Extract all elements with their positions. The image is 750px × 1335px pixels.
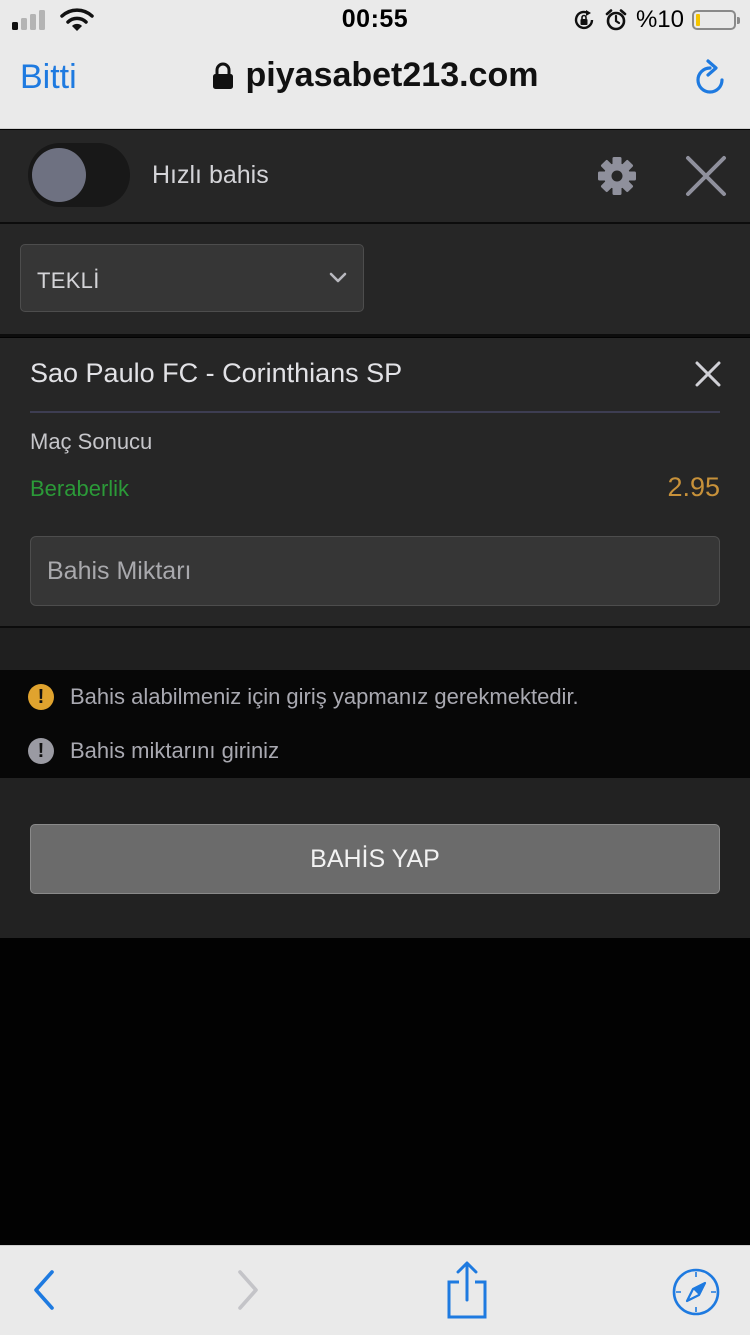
match-name: Sao Paulo FC - Corinthians SP	[30, 358, 403, 388]
battery-icon	[692, 10, 740, 30]
outcome-name: Beraberlik	[30, 476, 130, 501]
stake-input[interactable]	[30, 536, 720, 606]
warning-icon: !	[28, 684, 54, 710]
info-icon: !	[28, 738, 54, 764]
back-icon[interactable]	[28, 1266, 60, 1314]
gear-icon[interactable]	[596, 155, 638, 197]
battery-cap	[737, 17, 740, 24]
url-field[interactable]: piyasabet213.com	[0, 56, 750, 95]
login-warning: ! Bahis alabilmeniz için giriş yapmanız …	[0, 670, 750, 726]
bet-type-value: TEKLİ	[37, 268, 100, 293]
chevron-down-icon	[329, 272, 347, 283]
place-bet-button[interactable]: BAHİS YAP	[30, 824, 720, 894]
remove-selection-icon[interactable]	[694, 360, 722, 388]
warning-text: Bahis miktarını giriniz	[70, 738, 280, 763]
browser-toolbar	[0, 1245, 750, 1335]
status-bar: 00:55 %10	[0, 0, 750, 40]
place-bet-section: BAHİS YAP	[0, 778, 750, 938]
close-icon[interactable]	[684, 154, 728, 198]
stake-warning: ! Bahis miktarını giriniz	[0, 724, 750, 778]
url-text: piyasabet213.com	[245, 56, 539, 94]
bet-type-select[interactable]: TEKLİ	[20, 244, 364, 312]
bet-type-section: TEKLİ	[0, 224, 750, 337]
share-icon[interactable]	[444, 1260, 490, 1320]
betslip-header: Hızlı bahis	[0, 130, 750, 224]
lock-icon	[212, 62, 233, 89]
quick-bet-label: Hızlı bahis	[152, 161, 269, 189]
toggle-knob	[32, 148, 86, 202]
compass-icon[interactable]	[672, 1268, 720, 1316]
status-right: %10	[572, 6, 740, 34]
spacer	[0, 628, 750, 670]
address-bar: Bitti piyasabet213.com	[0, 40, 750, 129]
quick-bet-toggle[interactable]	[28, 143, 130, 207]
divider	[30, 411, 720, 413]
market-name: Maç Sonucu	[30, 429, 153, 454]
reload-icon[interactable]	[692, 58, 728, 98]
battery-fill	[696, 14, 700, 26]
bet-selection-card: Sao Paulo FC - Corinthians SP Maç Sonucu…	[0, 338, 750, 628]
forward-icon[interactable]	[232, 1266, 264, 1314]
alarm-icon	[605, 9, 627, 31]
battery-percent: %10	[635, 6, 684, 33]
odds-value: 2.95	[667, 472, 720, 502]
rotation-lock-icon	[574, 10, 594, 30]
warning-text: Bahis alabilmeniz için giriş yapmanız ge…	[70, 684, 579, 709]
